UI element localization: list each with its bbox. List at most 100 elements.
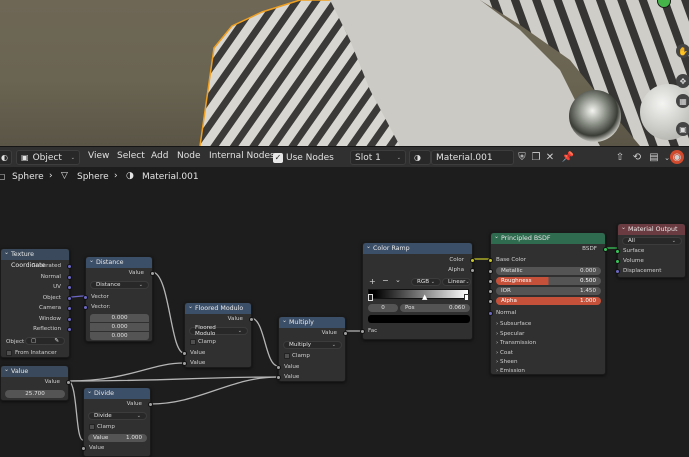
socket-value-out[interactable] [249,317,254,322]
breadcrumb-mesh[interactable]: Sphere [77,172,109,182]
roughness-field[interactable]: Roughness 0.500 [496,277,601,285]
stop-color-swatch[interactable] [368,315,470,323]
menu-view[interactable]: View [88,151,109,161]
color-ramp-gradient[interactable] [368,289,469,299]
node-header[interactable]: Distance [86,255,152,268]
node-header[interactable]: Material Output [618,222,685,235]
stop-index-field[interactable]: 0 [368,304,398,312]
socket-vector2-in[interactable] [83,305,88,310]
clamp-checkbox[interactable] [89,424,95,430]
operation-dropdown[interactable]: Multiply ⌄ [283,341,342,349]
mode-dropdown[interactable]: ▣ Object ⌄ [16,150,80,165]
clamp-checkbox[interactable] [190,339,196,345]
node-principled-bsdf[interactable]: Principled BSDF BSDF Base Color Metallic… [488,231,608,375]
socket-value-out[interactable] [343,331,348,336]
socket-ior-in[interactable] [488,289,493,294]
socket-displacement-in[interactable] [615,269,620,274]
menu-select[interactable]: Select [117,151,145,161]
target-dropdown[interactable]: All ⌄ [622,237,682,245]
camera-view-icon[interactable]: ✋ [676,44,689,58]
socket-value-in-1[interactable] [276,365,281,370]
socket-object[interactable] [67,296,72,301]
grid-view-icon[interactable]: ▦ [676,94,689,108]
render-preview-icon[interactable]: ◉ [670,150,684,164]
socket-alpha-in[interactable] [488,299,493,304]
slot-dropdown[interactable]: Slot 1 ⌄ [350,150,406,165]
metallic-field[interactable]: Metallic 0.000 [496,267,601,275]
node-header[interactable]: Floored Modulo [185,301,251,314]
eyedropper-icon[interactable]: ✎ [54,338,59,344]
unlink-material-icon[interactable]: ✕ [542,150,558,165]
menu-add[interactable]: Add [151,151,168,161]
alpha-field[interactable]: Alpha 1.000 [496,297,601,305]
use-nodes-toggle[interactable]: ✓ Use Nodes [273,150,334,165]
editor-type-dropdown[interactable]: ◐ [0,150,12,165]
clamp-checkbox[interactable] [284,353,290,359]
panel-coat[interactable]: › Coat [496,350,513,356]
object-picker-field[interactable]: ▢ ✎ [25,337,65,345]
add-stop-icon[interactable]: + [369,277,376,286]
socket-value-in-1[interactable] [182,351,187,356]
breadcrumb-material[interactable]: Material.001 [142,172,199,182]
divisor-value-field[interactable]: Value 1.000 [88,434,147,442]
socket-generated[interactable] [67,264,72,269]
panel-emission[interactable]: › Emission [496,368,525,374]
node-header[interactable]: Color Ramp [363,241,472,254]
parent-node-tree-icon[interactable]: ⇧ [612,150,628,165]
socket-base-color-in[interactable] [488,258,493,263]
from-instancer-checkbox[interactable] [6,350,12,356]
stop-position-field[interactable]: Pos 0.060 [400,304,470,312]
value-field[interactable]: 25.700 [5,390,65,398]
pin-icon[interactable]: 📌 [560,150,576,165]
node-floored-modulo[interactable]: Floored Modulo Value Floored Modulo ⌄ Cl… [182,301,254,368]
vector-y-field[interactable]: 0.000 [90,323,149,331]
node-divide[interactable]: Divide Value Divide ⌄ Clamp Value 1.000 … [81,386,153,457]
menu-node[interactable]: Node [177,151,201,161]
operation-dropdown[interactable]: Divide ⌄ [88,412,147,420]
socket-value-in-2[interactable] [182,361,187,366]
color-mode-dropdown[interactable]: RGB ⌄ [411,278,441,286]
socket-alpha-out[interactable] [470,268,475,273]
ramp-stop-handle-left[interactable] [368,294,373,301]
panel-specular[interactable]: › Specular [496,331,524,337]
socket-camera[interactable] [67,306,72,311]
snap-icon[interactable]: ⟲ [629,150,645,165]
remove-stop-icon[interactable]: − [382,276,389,285]
socket-metallic-in[interactable] [488,269,493,274]
node-header[interactable]: Value [1,364,68,377]
menu-internal-nodes[interactable]: Internal Nodes [209,151,275,161]
operation-dropdown[interactable]: Floored Modulo ⌄ [189,325,248,337]
node-header[interactable]: Texture Coordinate [1,247,69,269]
socket-normal[interactable] [67,275,72,280]
socket-bsdf-out[interactable] [603,247,608,252]
panel-sheen[interactable]: › Sheen [496,359,518,365]
socket-fac-in[interactable] [360,329,365,334]
node-value[interactable]: Value Value 25.700 [0,364,71,401]
socket-color-out[interactable] [470,258,475,263]
node-editor-canvas[interactable]: ▢ Sphere › ▽ Sphere › ◑ Material.001 Tex… [0,168,689,457]
socket-reflection[interactable] [67,327,72,332]
3d-viewport[interactable]: ✋ ✥ ▦ ▣ [0,0,689,146]
material-name-field[interactable]: Material.001 [431,150,514,165]
ior-field[interactable]: IOR 1.450 [496,287,601,295]
node-distance[interactable]: Distance Value Distance ⌄ Vector Vector:… [83,255,155,342]
ramp-stop-handle-active[interactable]: ▲ [422,293,427,301]
breadcrumb-object[interactable]: Sphere [12,172,44,182]
operation-dropdown[interactable]: Distance ⌄ [90,281,149,289]
panel-subsurface[interactable]: › Subsurface [496,321,531,327]
socket-value-out[interactable] [148,402,153,407]
node-texture-coordinate[interactable]: Texture Coordinate Generated Normal UV O… [0,247,72,358]
socket-uv[interactable] [67,285,72,290]
socket-volume-in[interactable] [615,259,620,264]
interpolation-dropdown[interactable]: Linear ⌄ [442,278,471,286]
node-multiply[interactable]: Multiply Value Multiply ⌄ Clamp Value Va… [276,315,348,382]
vector-z-field[interactable]: 0.000 [90,332,149,340]
socket-value-in-2[interactable] [276,375,281,380]
socket-surface-in[interactable] [615,249,620,254]
node-header[interactable]: Principled BSDF [491,231,605,244]
node-color-ramp[interactable]: Color Ramp Color Alpha + − ⌄ RGB ⌄ Linea… [360,241,475,340]
socket-value-out[interactable] [66,380,71,385]
camera-icon[interactable]: ▣ [676,122,689,136]
hand-pan-icon[interactable]: ✥ [676,74,689,88]
socket-roughness-in[interactable] [488,279,493,284]
